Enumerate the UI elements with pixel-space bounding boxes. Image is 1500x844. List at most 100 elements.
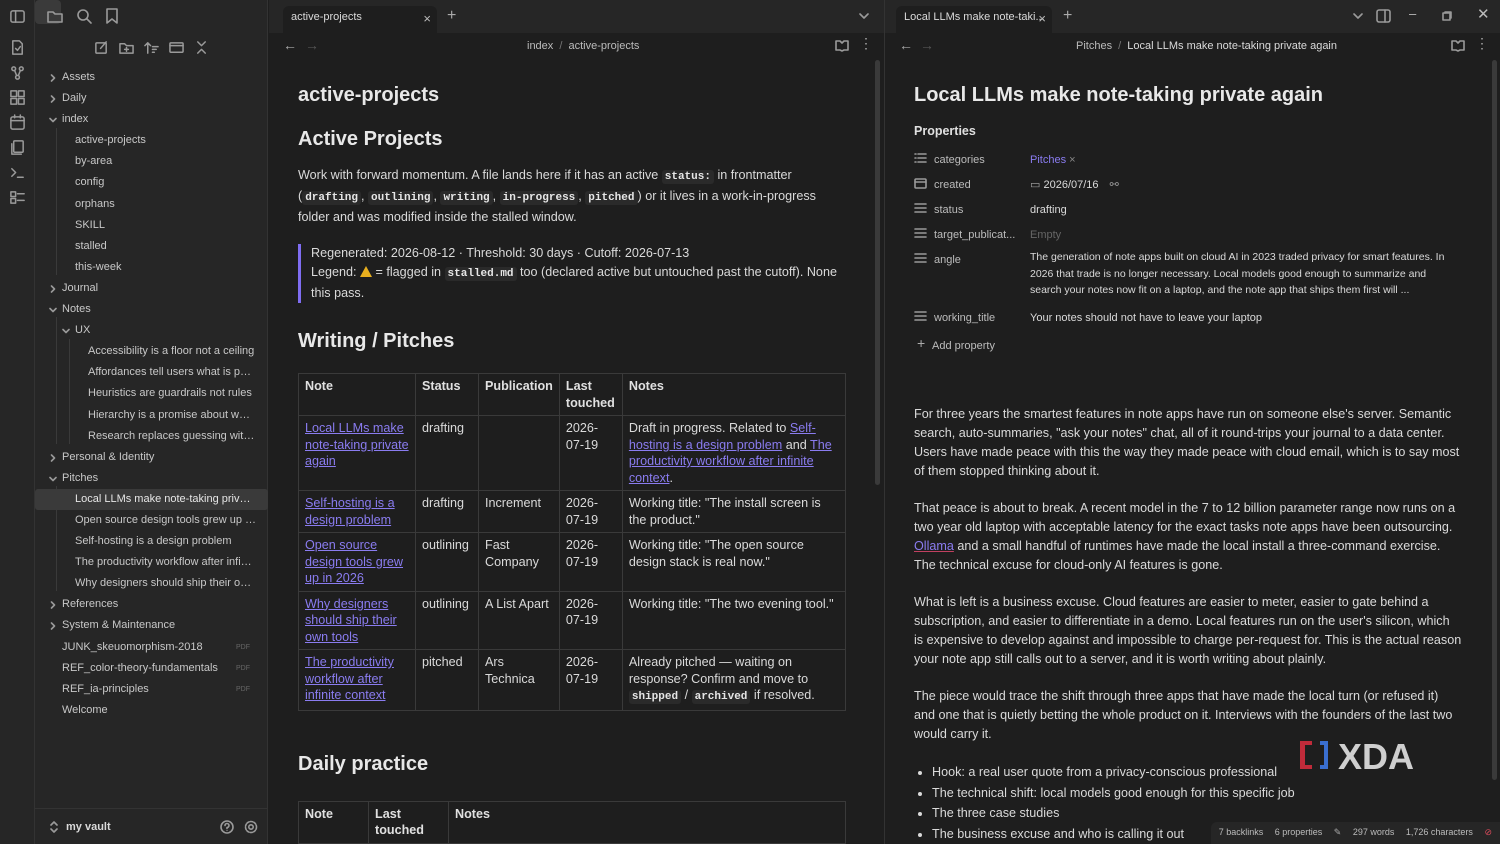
- forward-arrow-icon[interactable]: →: [920, 37, 934, 53]
- property-angle[interactable]: angle The generation of note apps built …: [914, 246, 1462, 304]
- chevron-down-icon[interactable]: [859, 12, 869, 20]
- file-item-ref-color-theory-fundamentals[interactable]: REF_color-theory-fundamentals PDF: [35, 658, 268, 679]
- link-icon[interactable]: ⚯: [1110, 179, 1119, 191]
- property-created[interactable]: created ▭ 2026/07/16 ⚯: [914, 171, 1462, 196]
- bases-icon[interactable]: [9, 189, 26, 206]
- property-value[interactable]: Pitches ×: [1030, 151, 1460, 170]
- folder-item-index[interactable]: index: [35, 109, 268, 130]
- property-working-title[interactable]: working_title Your notes should not have…: [914, 304, 1462, 329]
- maximize-icon[interactable]: [1442, 11, 1452, 21]
- chevron-right-icon[interactable]: [49, 285, 57, 293]
- category-pill[interactable]: Pitches: [1030, 154, 1066, 166]
- open-quick-switcher-icon[interactable]: [9, 39, 26, 56]
- file-item-this-week[interactable]: this-week: [35, 257, 268, 278]
- folder-item-system-maintenance[interactable]: System & Maintenance: [35, 615, 268, 636]
- sync-status-icon[interactable]: ⊘: [1484, 827, 1492, 837]
- add-property-button[interactable]: + Add property: [914, 332, 1462, 357]
- forward-arrow-icon[interactable]: →: [305, 37, 319, 53]
- file-item-skill[interactable]: SKILL: [35, 215, 268, 236]
- tab-active-projects[interactable]: active-projects ×: [283, 6, 437, 33]
- folder-icon[interactable]: [46, 7, 64, 25]
- vault-switcher[interactable]: my vault: [35, 808, 268, 844]
- chevron-right-icon[interactable]: [49, 601, 57, 610]
- command-palette-icon[interactable]: [9, 164, 26, 181]
- scrollbar-thumb[interactable]: [875, 60, 880, 485]
- ollama-link[interactable]: Ollama: [914, 539, 954, 553]
- date-value[interactable]: 2026/07/16: [1043, 179, 1098, 191]
- folder-item-daily[interactable]: Daily: [35, 88, 268, 109]
- chevron-down-icon[interactable]: [1353, 12, 1363, 20]
- canvas-icon[interactable]: [9, 89, 26, 106]
- more-options-icon[interactable]: ⋮: [1475, 35, 1489, 52]
- tab-local-llms[interactable]: Local LLMs make note-taki... ×: [896, 6, 1052, 33]
- file-item-research-replaces-guessing-with-wi[interactable]: Research replaces guessing with wi...: [35, 426, 268, 447]
- file-item-affordances-tell-users-what-is-possi[interactable]: Affordances tell users what is possi...: [35, 362, 268, 383]
- minimize-icon[interactable]: –: [1409, 6, 1416, 21]
- body-paragraph[interactable]: What is left is a business excuse. Cloud…: [914, 593, 1462, 669]
- breadcrumb-current[interactable]: active-projects: [568, 40, 639, 52]
- note-link[interactable]: The productivity workflow after infinite…: [305, 655, 394, 702]
- property-value[interactable]: drafting: [1030, 201, 1460, 220]
- chevron-down-icon[interactable]: [49, 306, 57, 314]
- file-item-orphans[interactable]: orphans: [35, 194, 268, 215]
- chevron-down-icon[interactable]: [62, 327, 70, 335]
- bookmark-icon[interactable]: [103, 7, 121, 25]
- toggle-right-sidebar-icon[interactable]: [1376, 9, 1391, 23]
- folder-item-assets[interactable]: Assets: [35, 67, 268, 88]
- property-value[interactable]: ▭ 2026/07/16 ⚯: [1030, 176, 1460, 195]
- breadcrumb-parent[interactable]: Pitches: [1076, 40, 1112, 52]
- templates-icon[interactable]: [9, 139, 26, 156]
- back-arrow-icon[interactable]: ←: [283, 37, 297, 53]
- new-tab-icon[interactable]: +: [447, 7, 456, 25]
- chevron-down-icon[interactable]: [49, 475, 57, 483]
- note-title[interactable]: Local LLMs make note-taking private agai…: [914, 85, 1462, 105]
- new-folder-icon[interactable]: [119, 40, 134, 55]
- chevron-right-icon[interactable]: [49, 74, 57, 82]
- property-categories[interactable]: categories Pitches ×: [914, 146, 1462, 171]
- chevron-down-icon[interactable]: [49, 116, 57, 124]
- close-window-icon[interactable]: ✕: [1477, 5, 1490, 23]
- property-value[interactable]: Your notes should not have to leave your…: [1030, 309, 1460, 328]
- reading-view-icon[interactable]: [835, 39, 849, 52]
- note-link[interactable]: Local LLMs make note-taking private agai…: [305, 421, 409, 468]
- chevron-right-icon[interactable]: [49, 95, 57, 103]
- collapse-all-icon[interactable]: [194, 40, 209, 55]
- property-value[interactable]: The generation of note apps built on clo…: [1030, 249, 1460, 299]
- breadcrumb-current[interactable]: Local LLMs make note-taking private agai…: [1127, 40, 1337, 52]
- auto-reveal-icon[interactable]: [169, 40, 184, 55]
- folder-item-references[interactable]: References: [35, 594, 268, 615]
- folder-item-pitches[interactable]: Pitches: [35, 468, 268, 489]
- file-item-accessibility-is-a-floor-not-a-ceiling[interactable]: Accessibility is a floor not a ceiling: [35, 341, 268, 362]
- file-item-self-hosting-is-a-design-problem[interactable]: Self-hosting is a design problem: [35, 531, 268, 552]
- daily-note-icon[interactable]: [9, 114, 26, 131]
- note-link[interactable]: Why designers should ship their own tool…: [305, 597, 397, 644]
- search-icon[interactable]: [75, 7, 93, 25]
- folder-item-ux[interactable]: UX: [35, 320, 268, 341]
- toggle-sidebar-icon[interactable]: [9, 8, 26, 25]
- settings-gear-icon[interactable]: [244, 820, 258, 834]
- file-item-local-llms-make-note-taking-private[interactable]: Local LLMs make note-taking private ...: [35, 488, 268, 510]
- file-item-config[interactable]: config: [35, 172, 268, 193]
- remove-pill-icon[interactable]: ×: [1069, 154, 1075, 166]
- backlinks-count[interactable]: 7 backlinks: [1219, 827, 1264, 837]
- file-item-why-designers-should-ship-their-own[interactable]: Why designers should ship their own ...: [35, 573, 268, 594]
- file-item-stalled[interactable]: stalled: [35, 236, 268, 257]
- property-status[interactable]: status drafting: [914, 196, 1462, 221]
- file-item-active-projects[interactable]: active-projects: [35, 130, 268, 151]
- more-options-icon[interactable]: ⋮: [859, 35, 873, 52]
- chevron-right-icon[interactable]: [49, 622, 57, 631]
- file-item-by-area[interactable]: by-area: [35, 151, 268, 172]
- note-link[interactable]: Self-hosting is a design problem: [305, 496, 395, 527]
- body-paragraph[interactable]: That peace is about to break. A recent m…: [914, 499, 1462, 575]
- properties-heading[interactable]: Properties: [914, 122, 1462, 141]
- note-link[interactable]: Open source design tools grew up in 2026: [305, 538, 403, 585]
- chevron-right-icon[interactable]: [49, 453, 57, 462]
- list-item[interactable]: The technical shift: local models good e…: [932, 783, 1462, 804]
- file-item-hierarchy-is-a-promise-about-what[interactable]: Hierarchy is a promise about what ...: [35, 405, 268, 426]
- file-item-the-productivity-workflow-after-infinit[interactable]: The productivity workflow after infinit.…: [35, 552, 268, 573]
- new-note-icon[interactable]: [94, 40, 109, 55]
- list-item[interactable]: The three case studies: [932, 803, 1462, 824]
- folder-item-journal[interactable]: Journal: [35, 278, 268, 299]
- breadcrumb-parent[interactable]: index: [527, 40, 553, 52]
- file-item-heuristics-are-guardrails-not-rules[interactable]: Heuristics are guardrails not rules: [35, 383, 268, 404]
